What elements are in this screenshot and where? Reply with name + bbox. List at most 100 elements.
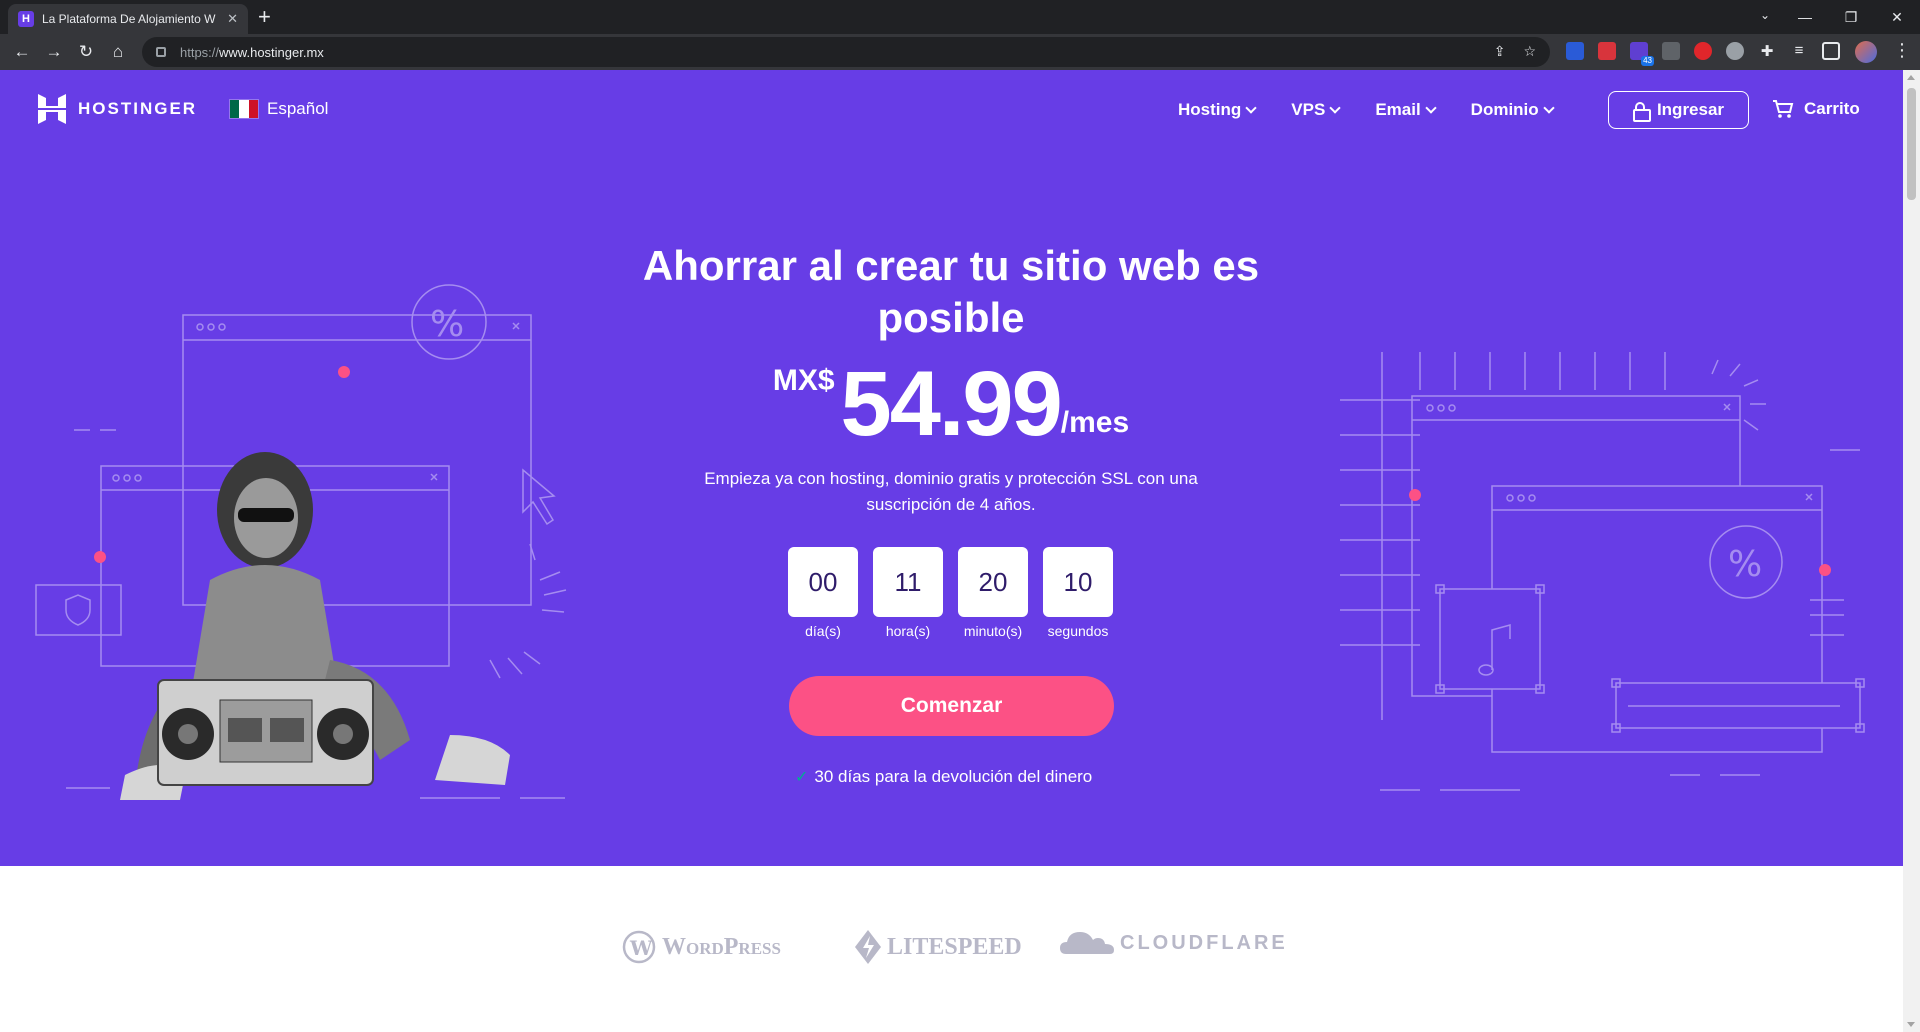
address-bar[interactable]: https:// www.hostinger.mx ⇪ ☆ xyxy=(142,37,1550,67)
price-period: /mes xyxy=(1060,406,1130,439)
cart-link[interactable]: Carrito xyxy=(1772,99,1860,119)
login-button[interactable]: Ingresar xyxy=(1608,91,1749,129)
right-illustration: % xyxy=(1340,352,1865,791)
countdown-timer: 00 día(s) 11 hora(s) 20 minuto(s) 10 seg… xyxy=(788,547,1113,639)
browser-tab[interactable]: H La Plataforma De Alojamiento W ✕ xyxy=(8,4,248,34)
countdown-seconds: 10 segundos xyxy=(1043,547,1113,639)
nav-hosting[interactable]: Hosting xyxy=(1178,100,1257,120)
hero-section: HOSTINGER Español Hosting VPS Email Domi… xyxy=(0,70,1903,866)
lock-icon xyxy=(1632,102,1651,122)
price-currency: MX$ xyxy=(772,364,835,397)
extension-icon[interactable] xyxy=(1726,42,1744,60)
partner-logos: W WordPress LITESPEED CLOUDFLARE xyxy=(0,866,1903,1032)
litespeed-icon xyxy=(855,930,881,964)
countdown-hours-value: 11 xyxy=(873,547,943,617)
share-icon[interactable]: ⇪ xyxy=(1494,43,1506,60)
price-display: MX$ 54.99 /mes xyxy=(600,354,1302,454)
minimize-window-button[interactable]: — xyxy=(1782,9,1828,25)
close-tab-icon[interactable]: ✕ xyxy=(227,11,238,27)
money-back-guarantee: ✓ 30 días para la devolución del dinero xyxy=(795,767,1092,787)
cart-icon xyxy=(1773,100,1794,118)
browser-tab-strip: H La Plataforma De Alojamiento W ✕ + ⌄ —… xyxy=(0,0,1920,34)
left-illustration: % xyxy=(35,284,567,800)
wordpress-label: WordPress xyxy=(662,933,781,960)
cloudflare-logo: CLOUDFLARE xyxy=(1060,930,1288,956)
countdown-days-label: día(s) xyxy=(805,623,841,639)
url-scheme: https:// xyxy=(180,44,220,60)
person-with-boombox-image xyxy=(120,452,510,800)
tab-title: La Plataforma De Alojamiento W xyxy=(42,12,216,26)
scroll-thumb[interactable] xyxy=(1907,88,1916,200)
start-button[interactable]: Comenzar xyxy=(789,676,1114,736)
extension-badge: 43 xyxy=(1641,56,1654,66)
bookmark-star-icon[interactable]: ☆ xyxy=(1523,43,1536,60)
close-window-button[interactable]: ✕ xyxy=(1874,9,1920,26)
tab-search-chevron-icon[interactable]: ⌄ xyxy=(1760,8,1770,22)
svg-text:W: W xyxy=(629,936,653,960)
countdown-seconds-value: 10 xyxy=(1043,547,1113,617)
hostinger-favicon-icon: H xyxy=(18,11,34,27)
extension-icon[interactable] xyxy=(1694,42,1712,60)
litespeed-logo: LITESPEED xyxy=(855,930,1022,964)
svg-text:%: % xyxy=(430,304,464,345)
litespeed-label: LITESPEED xyxy=(887,933,1022,960)
hero-subtitle: Empieza ya con hosting, dominio gratis y… xyxy=(704,469,1198,514)
side-panel-icon[interactable] xyxy=(1822,42,1840,60)
reading-list-icon[interactable]: ≡ xyxy=(1790,42,1808,60)
site-header: HOSTINGER Español Hosting VPS Email Domi… xyxy=(0,70,1903,150)
profile-avatar[interactable] xyxy=(1855,41,1877,63)
scroll-down-arrow-icon[interactable] xyxy=(1907,1022,1915,1027)
chevron-down-icon xyxy=(1425,102,1437,114)
page-scrollbar[interactable] xyxy=(1903,70,1920,1032)
new-tab-button[interactable]: + xyxy=(258,6,271,28)
chevron-down-icon xyxy=(1245,102,1257,114)
logo-text: HOSTINGER xyxy=(78,99,198,118)
browser-toolbar: ← → ↻ ⌂ https:// www.hostinger.mx ⇪ ☆ 43… xyxy=(0,34,1920,70)
nav-vps[interactable]: VPS xyxy=(1291,100,1341,120)
price-amount: 54.99 xyxy=(840,353,1063,455)
countdown-seconds-label: segundos xyxy=(1047,623,1109,639)
chevron-down-icon xyxy=(1543,102,1555,114)
site-lock-icon[interactable] xyxy=(156,47,166,57)
countdown-minutes-label: minuto(s) xyxy=(963,623,1023,639)
nav-dominio[interactable]: Dominio xyxy=(1470,100,1555,120)
svg-text:%: % xyxy=(1728,544,1762,585)
hostinger-logo-icon xyxy=(38,94,66,124)
mexico-flag-icon xyxy=(229,99,259,119)
cloudflare-label: CLOUDFLARE xyxy=(1120,931,1288,954)
cloudflare-cloud-icon xyxy=(1060,932,1114,954)
nav-hosting-label: Hosting xyxy=(1178,100,1242,119)
extension-icon[interactable] xyxy=(1566,42,1584,60)
countdown-minutes: 20 minuto(s) xyxy=(958,547,1028,639)
extension-icon[interactable] xyxy=(1662,42,1680,60)
page-viewport: HOSTINGER Español Hosting VPS Email Domi… xyxy=(0,70,1903,1032)
countdown-days: 00 día(s) xyxy=(788,547,858,639)
countdown-days-value: 00 xyxy=(788,547,858,617)
restore-window-button[interactable]: ❐ xyxy=(1828,9,1874,26)
browser-menu-icon[interactable]: ⋮ xyxy=(1893,40,1911,61)
back-button[interactable]: ← xyxy=(6,42,38,62)
language-selector[interactable]: Español xyxy=(229,99,328,119)
countdown-minutes-value: 20 xyxy=(958,547,1028,617)
guarantee-text: 30 días para la devolución del dinero xyxy=(814,767,1093,786)
extension-icon[interactable] xyxy=(1598,42,1616,60)
reload-button[interactable]: ↻ xyxy=(70,42,102,62)
home-button[interactable]: ⌂ xyxy=(102,42,134,62)
hostinger-logo[interactable]: HOSTINGER xyxy=(38,94,197,124)
language-label: Español xyxy=(267,99,329,118)
chevron-down-icon xyxy=(1329,102,1341,114)
forward-button[interactable]: → xyxy=(38,42,70,62)
extensions-bar: 43 ✚ ≡ xyxy=(1566,42,1840,66)
nav-email[interactable]: Email xyxy=(1375,100,1437,120)
puzzle-extensions-icon[interactable]: ✚ xyxy=(1758,42,1776,60)
extension-icon[interactable]: 43 xyxy=(1630,42,1654,66)
countdown-hours-label: hora(s) xyxy=(885,623,931,639)
url-host: www.hostinger.mx xyxy=(219,44,324,60)
scroll-up-arrow-icon[interactable] xyxy=(1907,75,1915,80)
cart-label: Carrito xyxy=(1804,99,1860,118)
nav-dominio-label: Dominio xyxy=(1470,100,1539,119)
checkmark-icon: ✓ xyxy=(795,769,809,786)
main-nav: Hosting VPS Email Dominio xyxy=(1178,100,1555,120)
nav-email-label: Email xyxy=(1375,100,1421,119)
hero-title: Ahorrar al crear tu sitio web es posible xyxy=(642,242,1260,341)
